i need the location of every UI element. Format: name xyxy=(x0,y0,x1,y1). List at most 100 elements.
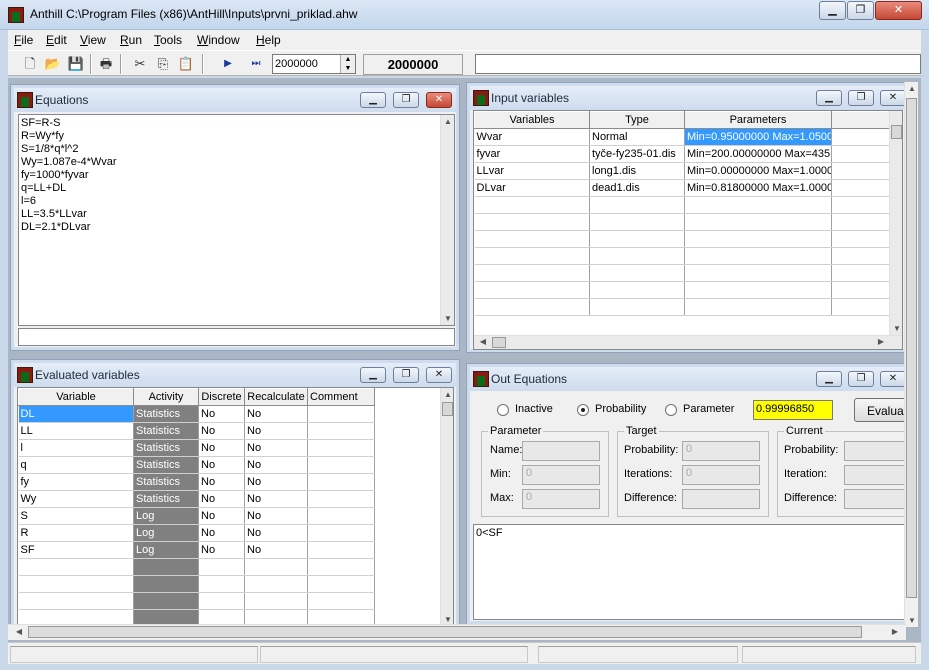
scroll-left-icon[interactable]: ◀ xyxy=(12,627,26,636)
col-discrete[interactable]: Discrete xyxy=(198,388,245,406)
table-cell[interactable]: No xyxy=(244,507,308,525)
table-cell[interactable]: No xyxy=(198,490,245,508)
table-cell[interactable] xyxy=(474,213,590,231)
table-cell[interactable]: Wy xyxy=(18,490,134,508)
table-cell[interactable]: R xyxy=(18,524,134,542)
table-row[interactable] xyxy=(474,298,902,316)
out-maximize-button[interactable]: ❐ xyxy=(848,371,874,387)
menu-help[interactable]: Help xyxy=(256,33,281,47)
evaluated-variables-grid[interactable]: Variable Activity Discrete Recalculate C… xyxy=(17,387,454,627)
table-cell[interactable] xyxy=(589,230,685,248)
col-type[interactable]: Type xyxy=(589,111,685,129)
col-activity[interactable]: Activity xyxy=(133,388,199,406)
table-cell[interactable]: Min=200.00000000 Max=435.0 xyxy=(684,145,832,163)
table-cell[interactable] xyxy=(589,264,685,282)
table-row[interactable] xyxy=(18,575,375,593)
scroll-up-icon[interactable]: ▲ xyxy=(905,84,919,93)
table-cell[interactable]: long1.dis xyxy=(589,162,685,180)
table-cell[interactable]: fyvar xyxy=(474,145,590,163)
table-cell[interactable] xyxy=(307,592,375,610)
table-row[interactable]: Wy Statistics No No xyxy=(18,490,375,508)
step-icon[interactable]: ⏭ xyxy=(246,54,266,73)
table-cell[interactable]: Log xyxy=(133,524,199,542)
menu-window[interactable]: Window xyxy=(197,33,240,47)
table-cell[interactable]: Min=0.95000000 Max=1.05000 xyxy=(684,128,832,146)
radio-inactive[interactable] xyxy=(497,404,509,416)
equations-vertical-scrollbar[interactable]: ▲ ▼ xyxy=(440,115,454,325)
spinner-arrows[interactable]: ▲ ▼ xyxy=(340,55,355,73)
table-cell[interactable] xyxy=(589,298,685,316)
workspace-vscroll-thumb[interactable] xyxy=(906,98,917,598)
col-recalculate[interactable]: Recalculate xyxy=(244,388,308,406)
table-cell[interactable] xyxy=(589,281,685,299)
scroll-down-icon[interactable]: ▼ xyxy=(890,324,902,333)
table-cell[interactable]: dead1.dis xyxy=(589,179,685,197)
table-cell[interactable] xyxy=(684,298,832,316)
evaluated-maximize-button[interactable]: ❐ xyxy=(393,367,419,383)
table-cell[interactable] xyxy=(307,575,375,593)
iterations-spinner[interactable]: 2000000 ▲ ▼ xyxy=(272,54,356,74)
table-cell[interactable] xyxy=(307,439,375,457)
equations-close-button[interactable]: ✕ xyxy=(426,92,452,108)
table-row[interactable]: R Log No No xyxy=(18,524,375,542)
scroll-down-icon[interactable]: ▼ xyxy=(441,314,455,323)
minimize-button[interactable]: ▁ xyxy=(819,1,846,20)
input-minimize-button[interactable]: ▁ xyxy=(816,90,842,106)
table-cell[interactable] xyxy=(18,575,134,593)
equation-line-input[interactable] xyxy=(18,328,455,346)
table-row[interactable] xyxy=(474,213,902,231)
out-equation-editor[interactable]: 0<SF xyxy=(473,524,908,620)
iterations-input[interactable]: 2000000 xyxy=(275,58,318,70)
table-row[interactable]: LL Statistics No No xyxy=(18,422,375,440)
table-row[interactable] xyxy=(474,230,902,248)
table-cell[interactable]: Wvar xyxy=(474,128,590,146)
run-icon[interactable]: ▶ xyxy=(218,54,238,73)
table-cell[interactable] xyxy=(307,405,375,423)
table-row[interactable]: fy Statistics No No xyxy=(18,473,375,491)
table-cell[interactable]: q xyxy=(18,456,134,474)
table-cell[interactable] xyxy=(307,507,375,525)
table-cell[interactable]: Statistics xyxy=(133,405,199,423)
table-row[interactable]: l Statistics No No xyxy=(18,439,375,457)
table-cell[interactable]: S xyxy=(18,507,134,525)
table-row[interactable]: DL Statistics No No xyxy=(18,405,375,423)
input-maximize-button[interactable]: ❐ xyxy=(848,90,874,106)
table-cell[interactable] xyxy=(307,524,375,542)
table-cell[interactable] xyxy=(684,230,832,248)
table-cell[interactable] xyxy=(474,264,590,282)
table-cell[interactable]: LLvar xyxy=(474,162,590,180)
menu-file[interactable]: File xyxy=(14,33,33,47)
scroll-up-icon[interactable]: ▲ xyxy=(441,117,455,126)
table-cell[interactable]: tyče-fy235-01.dis xyxy=(589,145,685,163)
table-cell[interactable]: No xyxy=(244,439,308,457)
scroll-down-icon[interactable]: ▼ xyxy=(441,615,453,624)
input-variables-grid[interactable]: Variables Type Parameters C WvarNormalMi… xyxy=(473,110,903,350)
table-cell[interactable] xyxy=(18,592,134,610)
table-cell[interactable]: SF xyxy=(18,541,134,559)
equations-minimize-button[interactable]: ▁ xyxy=(360,92,386,108)
table-cell[interactable] xyxy=(307,473,375,491)
table-cell[interactable]: No xyxy=(198,473,245,491)
table-cell[interactable]: No xyxy=(244,456,308,474)
table-cell[interactable] xyxy=(474,281,590,299)
out-close-button[interactable]: ✕ xyxy=(880,371,906,387)
paste-icon[interactable]: 📋 xyxy=(176,54,196,73)
table-cell[interactable] xyxy=(589,196,685,214)
scroll-down-icon[interactable]: ▼ xyxy=(905,616,919,625)
out-minimize-button[interactable]: ▁ xyxy=(816,371,842,387)
close-button[interactable]: ✕ xyxy=(875,1,922,20)
new-file-icon[interactable]: 🗋 xyxy=(20,54,40,73)
cut-icon[interactable]: ✂ xyxy=(130,54,150,73)
scroll-left-icon[interactable]: ◀ xyxy=(476,337,490,346)
table-cell[interactable]: No xyxy=(244,422,308,440)
evaluated-close-button[interactable]: ✕ xyxy=(426,367,452,383)
menu-tools[interactable]: Tools xyxy=(154,33,182,47)
table-cell[interactable]: No xyxy=(198,524,245,542)
table-cell[interactable]: No xyxy=(198,507,245,525)
workspace-hscroll-thumb[interactable] xyxy=(28,626,862,638)
table-cell[interactable]: No xyxy=(198,456,245,474)
table-cell[interactable]: DLvar xyxy=(474,179,590,197)
table-cell[interactable] xyxy=(133,575,199,593)
table-cell[interactable]: Log xyxy=(133,507,199,525)
table-cell[interactable] xyxy=(18,558,134,576)
